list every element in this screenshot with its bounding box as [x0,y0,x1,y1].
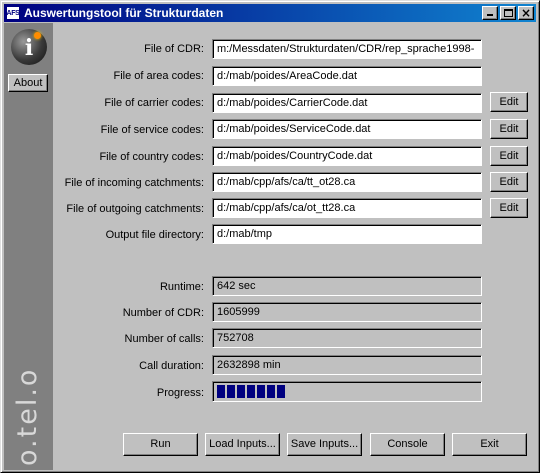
minimize-button[interactable] [482,6,498,20]
country-codes-input[interactable]: d:/mab/poides/CountryCode.dat [212,146,482,166]
run-button[interactable]: Run [123,433,198,456]
calls-count-value: 752708 [212,328,482,348]
output-directory-label: Output file directory: [105,229,204,241]
console-button[interactable]: Console [370,433,445,456]
country-codes-label: File of country codes: [99,151,204,163]
output-directory-input[interactable]: d:/mab/tmp [212,224,482,244]
country-codes-edit-button[interactable]: Edit [490,146,528,166]
service-codes-label: File of service codes: [100,124,204,136]
service-codes-input[interactable]: d:/mab/poides/ServiceCode.dat [212,119,482,139]
main-window: AFS Auswertungstool für Strukturdaten × … [0,0,540,473]
cdr-count-value: 1605999 [212,302,482,322]
runtime-label: Runtime: [159,281,204,293]
area-codes-input[interactable]: d:/mab/poides/AreaCode.dat [212,66,482,86]
service-codes-edit-button[interactable]: Edit [490,119,528,139]
sidebar: i About o.tel.o [4,23,53,470]
carrier-codes-edit-button[interactable]: Edit [490,92,528,112]
calls-count-label: Number of calls: [124,333,204,345]
cdr-file-input[interactable]: m:/Messdaten/Strukturdaten/CDR/rep_sprac… [212,39,482,59]
outgoing-catchments-input[interactable]: d:/mab/cpp/afs/ca/ot_tt28.ca [212,198,482,218]
save-inputs-button[interactable]: Save Inputs... [287,433,362,456]
close-button[interactable]: × [518,6,534,20]
incoming-catchments-input[interactable]: d:/mab/cpp/afs/ca/tt_ot28.ca [212,172,482,192]
carrier-codes-input[interactable]: d:/mab/poides/CarrierCode.dat [212,93,482,113]
incoming-catchments-edit-button[interactable]: Edit [490,172,528,192]
app-icon[interactable]: AFS [6,6,20,20]
window-title: Auswertungstool für Strukturdaten [24,6,224,20]
progress-label: Progress: [156,387,204,399]
title-bar[interactable]: AFS Auswertungstool für Strukturdaten × [4,4,536,22]
minimize-icon [487,14,493,16]
maximize-icon [504,9,513,17]
cdr-count-label: Number of CDR: [122,307,204,319]
call-duration-label: Call duration: [139,360,204,372]
load-inputs-button[interactable]: Load Inputs... [205,433,280,456]
area-codes-label: File of area codes: [113,70,205,82]
outgoing-catchments-label: File of outgoing catchments: [66,203,204,215]
incoming-catchments-label: File of incoming catchments: [64,177,204,189]
cdr-file-label: File of CDR: [144,43,204,55]
runtime-value: 642 sec [212,276,482,296]
maximize-button[interactable] [500,6,516,20]
outgoing-catchments-edit-button[interactable]: Edit [490,198,528,218]
progress-fill [217,385,288,398]
carrier-codes-label: File of carrier codes: [104,97,204,109]
close-icon: × [520,6,532,20]
exit-button[interactable]: Exit [452,433,527,456]
brand-text: o.tel.o [12,368,42,466]
progress-bar [212,381,482,402]
call-duration-value: 2632898 min [212,355,482,375]
